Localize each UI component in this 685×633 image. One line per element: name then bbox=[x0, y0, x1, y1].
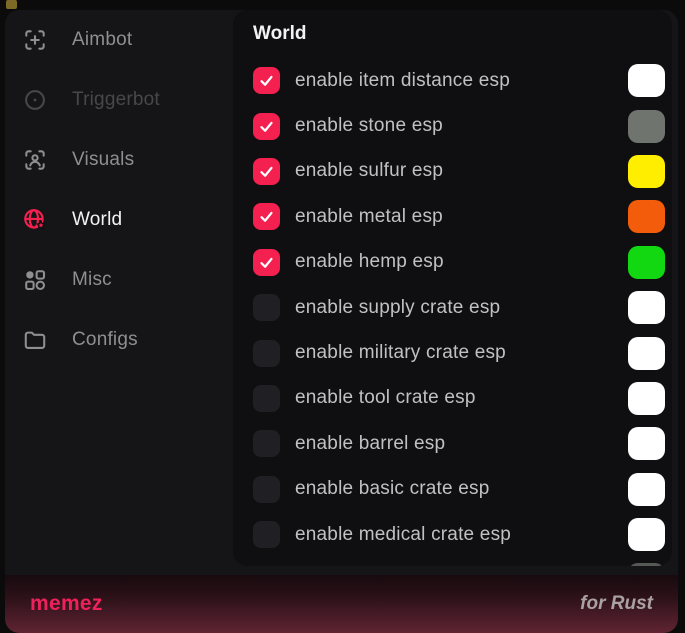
esp-options-list: enable item distance esp enable stone es… bbox=[233, 58, 672, 566]
esp-option-row: enable metal esp bbox=[233, 194, 672, 239]
esp-color-swatch[interactable] bbox=[628, 473, 665, 506]
esp-option-row: enable stone esp bbox=[233, 103, 672, 148]
esp-option-row: enable military crate esp bbox=[233, 330, 672, 375]
esp-checkbox[interactable] bbox=[253, 203, 280, 230]
esp-color-swatch[interactable] bbox=[628, 110, 665, 143]
esp-checkbox[interactable] bbox=[253, 385, 280, 412]
crosshair-plus-icon bbox=[22, 27, 48, 53]
esp-option-row: enable sulfur esp bbox=[233, 149, 672, 194]
esp-option-row: enable supply crate esp bbox=[233, 285, 672, 330]
checkmark-icon bbox=[258, 254, 275, 271]
esp-checkbox[interactable] bbox=[253, 158, 280, 185]
esp-color-swatch[interactable] bbox=[628, 563, 665, 566]
esp-checkbox[interactable] bbox=[253, 340, 280, 367]
esp-option-label: enable basic crate esp bbox=[295, 478, 490, 500]
esp-color-swatch[interactable] bbox=[628, 337, 665, 370]
esp-option-row: enable item distance esp bbox=[233, 58, 672, 103]
esp-color-swatch[interactable] bbox=[628, 246, 665, 279]
esp-option-label: enable supply crate esp bbox=[295, 297, 500, 319]
esp-option-label: enable sulfur esp bbox=[295, 160, 443, 182]
sidebar-item-configs[interactable]: Configs bbox=[5, 310, 233, 370]
esp-option-row-partial bbox=[233, 557, 672, 566]
sidebar-item-label: World bbox=[72, 209, 122, 231]
sidebar-item-label: Triggerbot bbox=[72, 89, 160, 111]
esp-option-label: enable tool crate esp bbox=[295, 387, 476, 409]
footer-bar: memez for Rust bbox=[5, 575, 678, 633]
sidebar-item-visuals[interactable]: Visuals bbox=[5, 130, 233, 190]
esp-color-swatch[interactable] bbox=[628, 155, 665, 188]
sidebar: Aimbot Triggerbot Visuals World Misc Con… bbox=[5, 10, 233, 575]
esp-option-row: enable tool crate esp bbox=[233, 376, 672, 421]
esp-color-swatch[interactable] bbox=[628, 291, 665, 324]
sidebar-item-label: Misc bbox=[72, 269, 112, 291]
esp-option-label: enable hemp esp bbox=[295, 251, 444, 273]
esp-color-swatch[interactable] bbox=[628, 64, 665, 97]
checkmark-icon bbox=[258, 118, 275, 135]
world-panel: World enable item distance esp enable st… bbox=[233, 10, 672, 566]
background-game-artifact bbox=[6, 0, 17, 9]
esp-color-swatch[interactable] bbox=[628, 382, 665, 415]
esp-color-swatch[interactable] bbox=[628, 427, 665, 460]
esp-option-row: enable basic crate esp bbox=[233, 467, 672, 512]
sidebar-item-misc[interactable]: Misc bbox=[5, 250, 233, 310]
esp-option-label: enable item distance esp bbox=[295, 70, 510, 92]
sidebar-item-triggerbot[interactable]: Triggerbot bbox=[5, 70, 233, 130]
checkmark-icon bbox=[258, 72, 275, 89]
esp-option-label: enable barrel esp bbox=[295, 433, 445, 455]
widgets-icon bbox=[22, 267, 48, 293]
esp-checkbox[interactable] bbox=[253, 521, 280, 548]
esp-option-row: enable hemp esp bbox=[233, 240, 672, 285]
esp-checkbox[interactable] bbox=[253, 476, 280, 503]
sidebar-item-label: Aimbot bbox=[72, 29, 132, 51]
esp-option-label: enable metal esp bbox=[295, 206, 443, 228]
esp-color-swatch[interactable] bbox=[628, 200, 665, 233]
esp-checkbox[interactable] bbox=[253, 113, 280, 140]
folder-icon bbox=[22, 327, 48, 353]
brand-tagline: for Rust bbox=[580, 593, 653, 615]
circle-dot-icon bbox=[22, 87, 48, 113]
esp-checkbox[interactable] bbox=[253, 430, 280, 457]
globe-star-icon bbox=[22, 207, 48, 233]
esp-option-row: enable barrel esp bbox=[233, 421, 672, 466]
checkmark-icon bbox=[258, 163, 275, 180]
person-scan-icon bbox=[22, 147, 48, 173]
checkmark-icon bbox=[258, 208, 275, 225]
sidebar-item-aimbot[interactable]: Aimbot bbox=[5, 10, 233, 70]
sidebar-item-world[interactable]: World bbox=[5, 190, 233, 250]
esp-option-label: enable medical crate esp bbox=[295, 524, 511, 546]
esp-checkbox[interactable] bbox=[253, 249, 280, 276]
esp-checkbox[interactable] bbox=[253, 67, 280, 94]
sidebar-item-label: Configs bbox=[72, 329, 138, 351]
esp-checkbox[interactable] bbox=[253, 294, 280, 321]
panel-title: World bbox=[233, 10, 672, 45]
cheat-menu-window: Aimbot Triggerbot Visuals World Misc Con… bbox=[5, 10, 678, 633]
esp-color-swatch[interactable] bbox=[628, 518, 665, 551]
esp-option-label: enable military crate esp bbox=[295, 342, 506, 364]
esp-option-row: enable medical crate esp bbox=[233, 512, 672, 557]
brand-name: memez bbox=[30, 592, 103, 616]
sidebar-item-label: Visuals bbox=[72, 149, 134, 171]
esp-option-label: enable stone esp bbox=[295, 115, 443, 137]
